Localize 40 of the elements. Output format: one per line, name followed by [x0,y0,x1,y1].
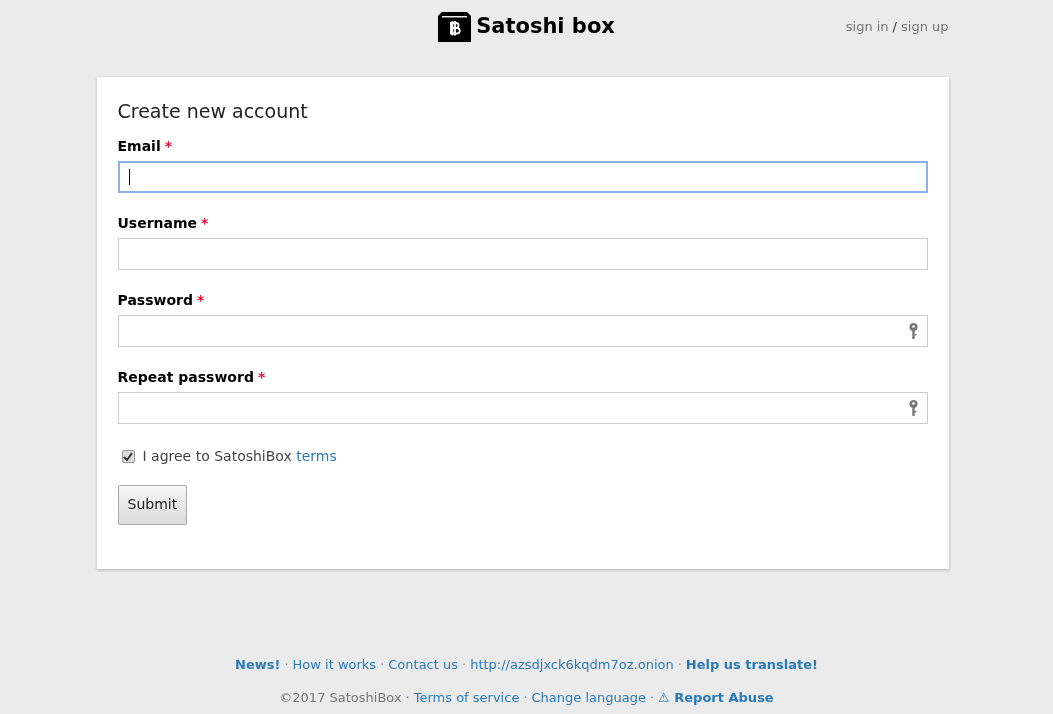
dot-separator: · [649,689,655,707]
password-field[interactable] [117,391,928,424]
required-mark: * [197,290,205,310]
form-title: Create new account [117,99,309,124]
required-mark: * [257,367,266,387]
footer-link[interactable]: ⚠ Report Abuse [658,688,774,708]
bitcoin-box-logo-icon [438,12,472,42]
copyright-text: ©2017 SatoshiBox [279,689,402,707]
dot-separator: · [284,655,289,674]
footer-link[interactable]: Help us translate! [685,654,818,674]
footer-link[interactable]: Change language [531,688,646,708]
submit-button[interactable]: Submit [117,484,188,525]
auth-link[interactable]: sign in [845,17,889,37]
username-field[interactable] [117,237,928,270]
field-label: Repeat password [117,367,254,387]
dot-separator: · [462,655,467,674]
required-mark: * [164,136,173,156]
footer-link[interactable]: News! [235,654,281,674]
password-field[interactable] [117,314,928,347]
dot-separator: · [677,655,682,674]
field-label: Email [117,136,161,156]
required-mark: * [201,213,209,233]
field-label: Username [117,213,198,233]
footer-link[interactable]: Terms of service [413,688,520,708]
dot-separator: · [380,655,385,674]
email-field[interactable] [117,160,928,193]
dot-separator: · [523,689,528,707]
agree-label: I agree to SatoshiBox terms [142,446,337,466]
agree-checkbox[interactable] [121,449,135,463]
field-label: Password [117,290,193,310]
footer-link[interactable]: http://azsdjxck6kqdm7oz.onion [470,654,674,674]
key-icon[interactable] [908,322,918,339]
slash-separator: / [892,18,897,37]
footer-link[interactable]: Contact us [388,654,458,674]
dot-separator: · [405,689,410,707]
brand-name: Satoshi box [476,13,615,41]
auth-link[interactable]: sign up [901,17,949,37]
terms-link[interactable]: terms [296,447,337,464]
footer-link[interactable]: How it works [292,654,377,674]
key-icon[interactable] [908,399,918,416]
